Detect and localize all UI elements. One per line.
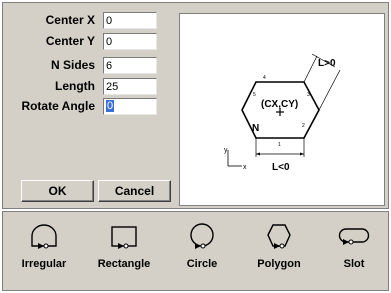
vertex-number: 4 — [263, 75, 266, 81]
polygon-shape-icon — [267, 224, 291, 249]
center-y-label: Center Y — [45, 34, 95, 48]
l-negative-label: L<0 — [272, 162, 290, 173]
l-positive-label: L>0 — [318, 58, 336, 69]
vertex-number: 1 — [278, 142, 281, 148]
rectangle-label: Rectangle — [97, 258, 151, 270]
rectangle-tool[interactable]: Rectangle — [85, 212, 163, 290]
slot-label: Slot — [343, 258, 365, 270]
center-y-input[interactable] — [103, 33, 157, 50]
dimension-extension-line — [318, 69, 341, 111]
shape-toolbar: Irregular Rectangle Circle Polygon Slot — [2, 211, 389, 291]
axis-y-label: y — [224, 147, 228, 154]
length-input[interactable] — [103, 78, 157, 95]
circle-tool[interactable]: Circle — [173, 212, 231, 290]
vertex-number: 2 — [302, 123, 305, 129]
polygon-tool[interactable]: Polygon — [247, 212, 311, 290]
circle-shape-icon — [190, 223, 214, 249]
rotate-angle-input[interactable]: 0 — [103, 98, 157, 115]
n-sides-input[interactable] — [103, 57, 157, 74]
arrowhead — [256, 152, 260, 156]
cancel-button[interactable]: Cancel — [98, 180, 171, 202]
irregular-label: Irregular — [21, 258, 67, 270]
axis-x-label: x — [243, 164, 247, 171]
n-label: N — [252, 123, 259, 134]
ok-button[interactable]: OK — [21, 180, 94, 202]
irregular-shape-icon — [31, 224, 57, 249]
arrowhead — [300, 152, 304, 156]
slot-tool[interactable]: Slot — [329, 212, 379, 290]
rotate-angle-label: Rotate Angle — [21, 99, 95, 113]
center-x-input[interactable] — [103, 12, 157, 29]
rectangle-shape-icon — [111, 226, 137, 249]
center-label: (CX,CY) — [261, 99, 298, 110]
rotate-angle-selected-value: 0 — [106, 100, 115, 112]
vertex-number: 3 — [307, 92, 310, 98]
polygon-label: Polygon — [257, 258, 301, 270]
vertex-number: 5 — [253, 92, 256, 98]
length-label: Length — [55, 79, 95, 93]
irregular-tool[interactable]: Irregular — [13, 212, 75, 290]
center-x-label: Center X — [45, 13, 95, 27]
n-sides-label: N Sides — [50, 58, 95, 72]
slot-shape-icon — [338, 228, 370, 245]
circle-label: Circle — [186, 258, 218, 270]
polygon-dialog: Center X Center Y N Sides Length Rotate … — [2, 2, 389, 209]
dimension-extension-line — [303, 55, 318, 83]
polygon-preview: L>0 L<0 (CX,CY) N y x 1 2 3 4 5 — [179, 13, 385, 206]
polygon-diagram: L>0 L<0 (CX,CY) N y x 1 2 3 4 5 — [224, 53, 341, 173]
